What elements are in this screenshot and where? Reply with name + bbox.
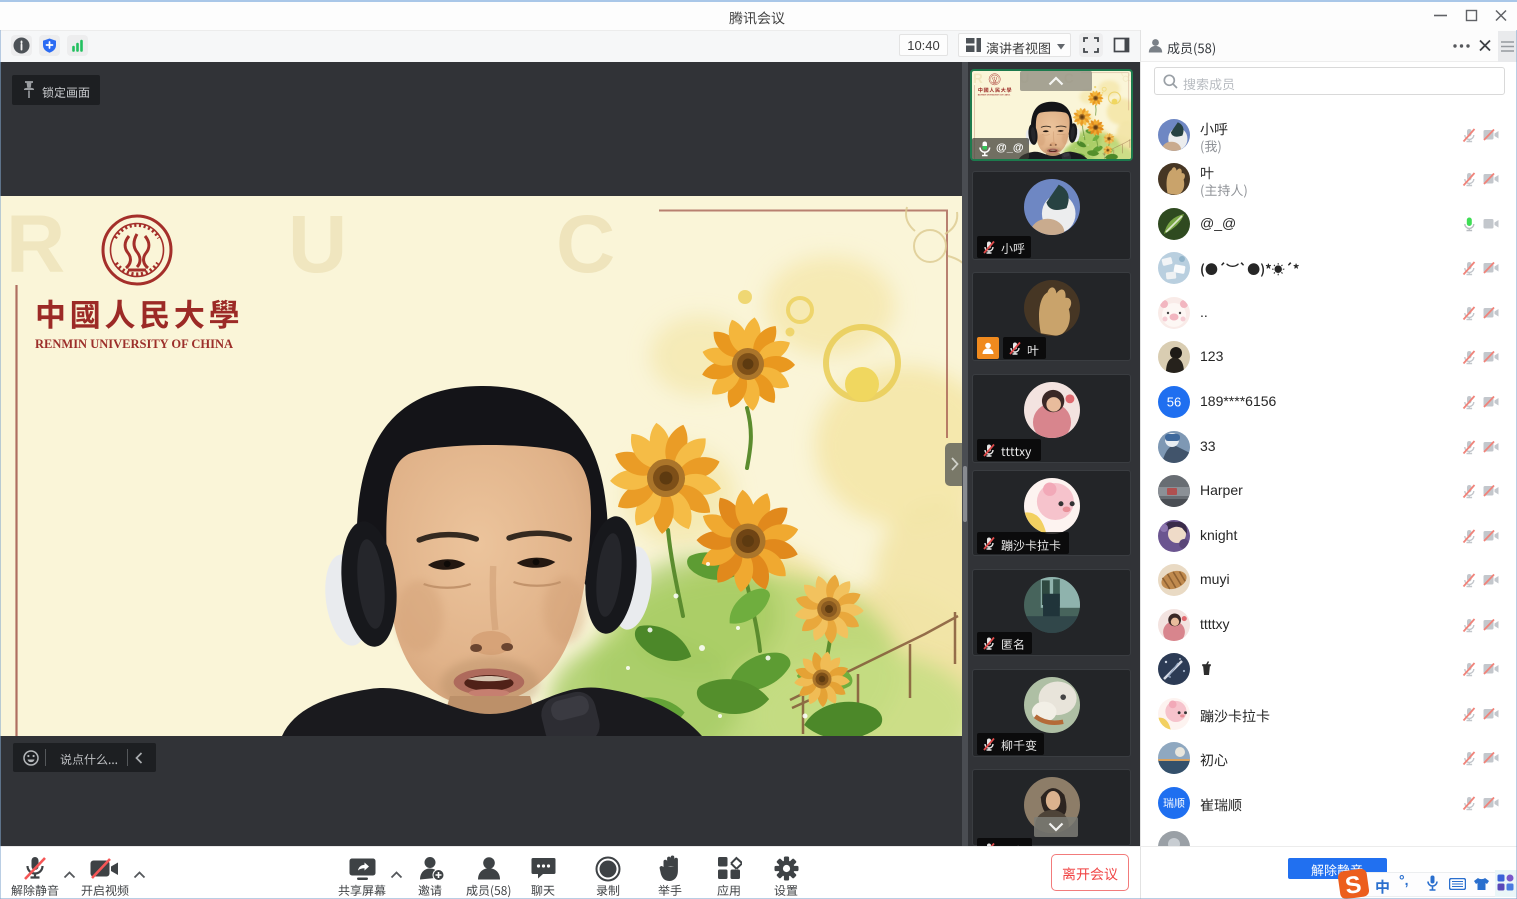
- svg-text:56: 56: [1167, 395, 1181, 410]
